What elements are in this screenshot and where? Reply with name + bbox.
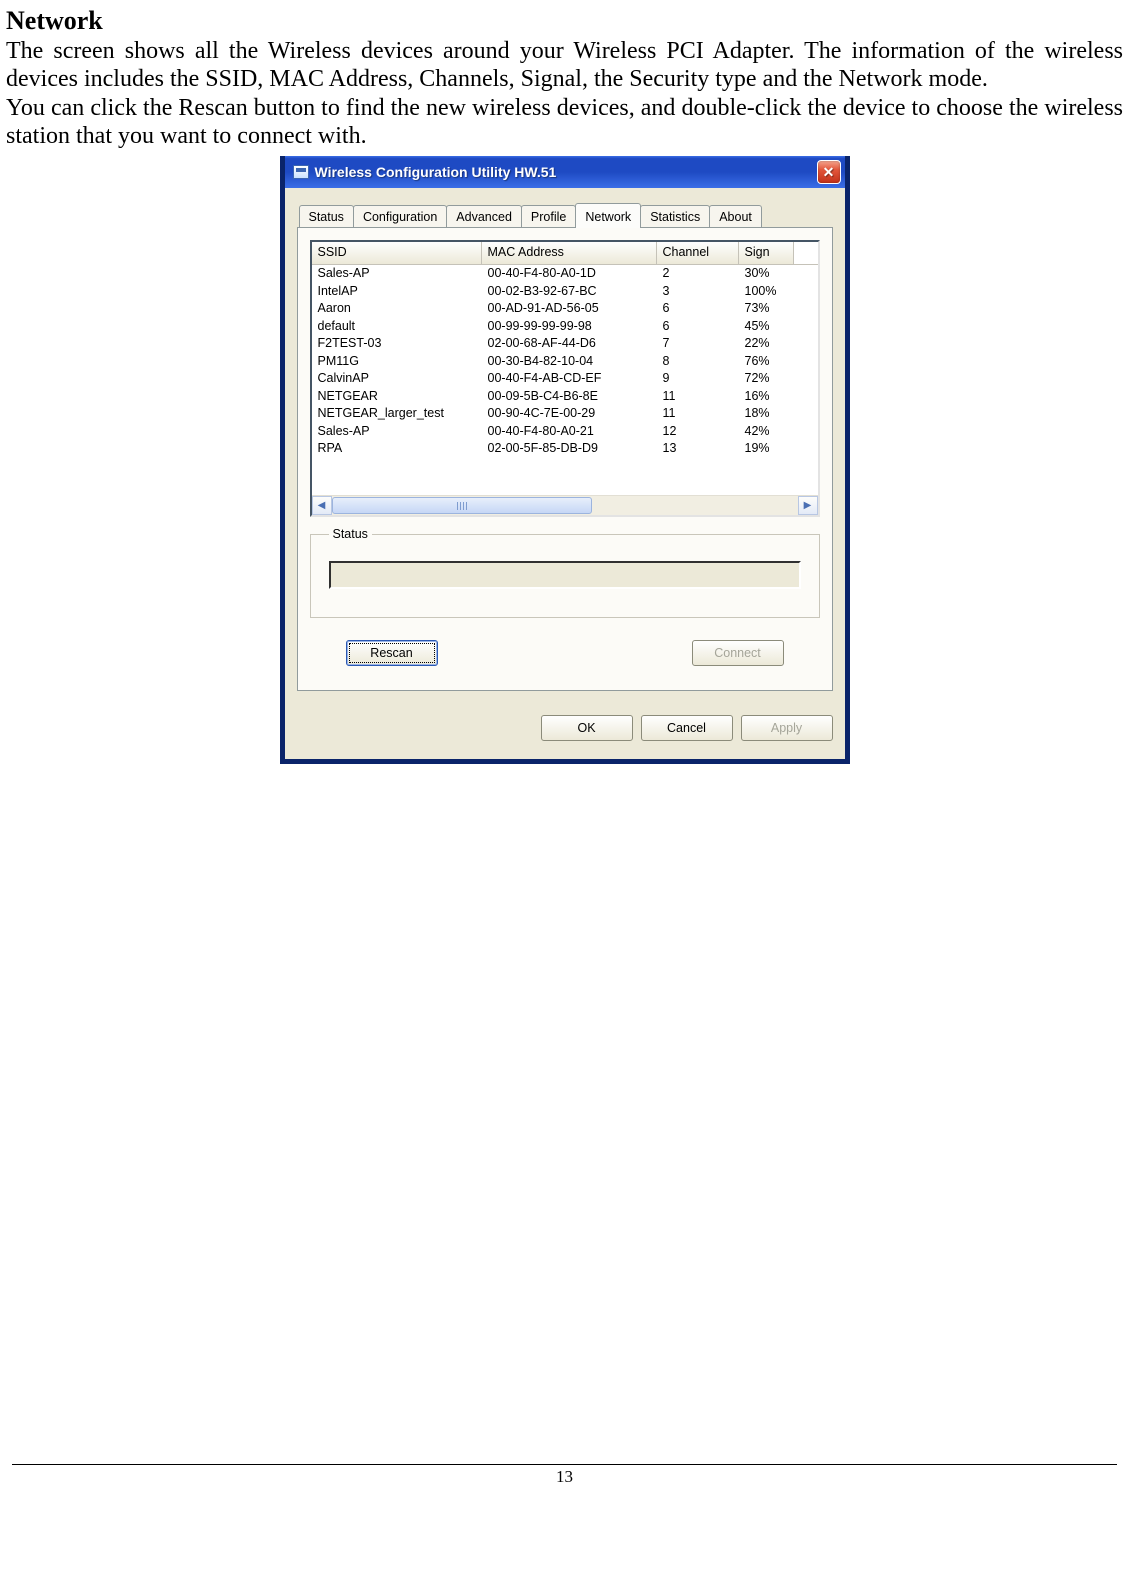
- cell-signal: 16%: [739, 388, 794, 406]
- cell-channel: 13: [657, 440, 739, 458]
- tab-network[interactable]: Network: [575, 203, 641, 228]
- tabpanel-network: SSID MAC Address Channel Sign Sales-AP00…: [297, 228, 833, 691]
- rescan-button[interactable]: Rescan: [346, 640, 438, 666]
- cell-channel: 9: [657, 370, 739, 388]
- close-icon[interactable]: ✕: [817, 160, 841, 184]
- cell-mac: 00-09-5B-C4-B6-8E: [482, 388, 657, 406]
- tab-profile[interactable]: Profile: [521, 205, 576, 227]
- table-row[interactable]: NETGEAR00-09-5B-C4-B6-8E1116%: [312, 388, 818, 406]
- cell-ssid: Sales-AP: [312, 423, 482, 441]
- ok-button[interactable]: OK: [541, 715, 633, 741]
- cell-channel: 6: [657, 300, 739, 318]
- table-row[interactable]: NETGEAR_larger_test00-90-4C-7E-00-291118…: [312, 405, 818, 423]
- tab-configuration[interactable]: Configuration: [353, 205, 447, 227]
- dialog-footer: OK Cancel Apply: [285, 701, 845, 759]
- apply-button[interactable]: Apply: [741, 715, 833, 741]
- status-groupbox: Status: [310, 527, 820, 618]
- cell-mac: 02-00-68-AF-44-D6: [482, 335, 657, 353]
- listview-header[interactable]: SSID MAC Address Channel Sign: [312, 242, 818, 265]
- cancel-button[interactable]: Cancel: [641, 715, 733, 741]
- cell-mac: 00-30-B4-82-10-04: [482, 353, 657, 371]
- cell-ssid: NETGEAR: [312, 388, 482, 406]
- tab-advanced[interactable]: Advanced: [446, 205, 522, 227]
- cell-ssid: RPA: [312, 440, 482, 458]
- cell-ssid: F2TEST-03: [312, 335, 482, 353]
- table-row[interactable]: Sales-AP00-40-F4-80-A0-211242%: [312, 423, 818, 441]
- scroll-right-icon[interactable]: ▶: [798, 496, 818, 515]
- tab-statistics[interactable]: Statistics: [640, 205, 710, 227]
- intro-paragraph-2: You can click the Rescan button to find …: [6, 95, 1123, 150]
- cell-signal: 19%: [739, 440, 794, 458]
- cell-ssid: default: [312, 318, 482, 336]
- cell-signal: 22%: [739, 335, 794, 353]
- cell-ssid: CalvinAP: [312, 370, 482, 388]
- table-row[interactable]: PM11G00-30-B4-82-10-04876%: [312, 353, 818, 371]
- table-row[interactable]: IntelAP00-02-B3-92-67-BC3100%: [312, 283, 818, 301]
- status-textbox: [329, 561, 801, 589]
- section-heading: Network: [6, 6, 1123, 36]
- scroll-left-icon[interactable]: ◀: [312, 496, 332, 515]
- client-area: StatusConfigurationAdvancedProfileNetwor…: [285, 188, 845, 701]
- cell-channel: 6: [657, 318, 739, 336]
- cell-signal: 42%: [739, 423, 794, 441]
- cell-ssid: Aaron: [312, 300, 482, 318]
- cell-ssid: PM11G: [312, 353, 482, 371]
- listview-body[interactable]: Sales-AP00-40-F4-80-A0-1D230%IntelAP00-0…: [312, 265, 818, 495]
- table-row[interactable]: CalvinAP00-40-F4-AB-CD-EF972%: [312, 370, 818, 388]
- cell-mac: 00-99-99-99-99-98: [482, 318, 657, 336]
- action-row: Rescan Connect: [310, 618, 820, 676]
- cell-ssid: IntelAP: [312, 283, 482, 301]
- cell-signal: 73%: [739, 300, 794, 318]
- cell-mac: 00-40-F4-80-A0-21: [482, 423, 657, 441]
- app-icon: [293, 165, 309, 179]
- connect-button[interactable]: Connect: [692, 640, 784, 666]
- horizontal-scrollbar[interactable]: ◀ ▶: [312, 495, 818, 515]
- tab-about[interactable]: About: [709, 205, 762, 227]
- cell-signal: 45%: [739, 318, 794, 336]
- column-header-signal[interactable]: Sign: [739, 242, 794, 264]
- status-legend: Status: [329, 527, 372, 541]
- cell-channel: 8: [657, 353, 739, 371]
- cell-channel: 2: [657, 265, 739, 283]
- table-row[interactable]: Aaron00-AD-91-AD-56-05673%: [312, 300, 818, 318]
- scroll-thumb[interactable]: [332, 497, 593, 514]
- cell-mac: 00-90-4C-7E-00-29: [482, 405, 657, 423]
- table-row[interactable]: default00-99-99-99-99-98645%: [312, 318, 818, 336]
- wireless-config-dialog: Wireless Configuration Utility HW.51 ✕ S…: [280, 156, 850, 764]
- intro-paragraph-1: The screen shows all the Wireless device…: [6, 38, 1123, 93]
- column-header-mac[interactable]: MAC Address: [482, 242, 657, 264]
- cell-channel: 3: [657, 283, 739, 301]
- cell-ssid: NETGEAR_larger_test: [312, 405, 482, 423]
- column-header-channel[interactable]: Channel: [657, 242, 739, 264]
- cell-mac: 00-AD-91-AD-56-05: [482, 300, 657, 318]
- cell-mac: 00-02-B3-92-67-BC: [482, 283, 657, 301]
- page-number: 13: [12, 1464, 1117, 1487]
- table-row[interactable]: Sales-AP00-40-F4-80-A0-1D230%: [312, 265, 818, 283]
- scroll-track[interactable]: [332, 496, 798, 515]
- cell-signal: 76%: [739, 353, 794, 371]
- cell-signal: 100%: [739, 283, 794, 301]
- network-listview[interactable]: SSID MAC Address Channel Sign Sales-AP00…: [310, 240, 820, 517]
- cell-signal: 72%: [739, 370, 794, 388]
- cell-channel: 11: [657, 388, 739, 406]
- table-row[interactable]: RPA02-00-5F-85-DB-D91319%: [312, 440, 818, 458]
- cell-mac: 00-40-F4-80-A0-1D: [482, 265, 657, 283]
- column-header-ssid[interactable]: SSID: [312, 242, 482, 264]
- titlebar[interactable]: Wireless Configuration Utility HW.51 ✕: [285, 156, 845, 188]
- cell-channel: 12: [657, 423, 739, 441]
- tab-status[interactable]: Status: [299, 205, 354, 227]
- window-title: Wireless Configuration Utility HW.51: [315, 164, 817, 180]
- table-row[interactable]: F2TEST-0302-00-68-AF-44-D6722%: [312, 335, 818, 353]
- cell-signal: 18%: [739, 405, 794, 423]
- cell-mac: 02-00-5F-85-DB-D9: [482, 440, 657, 458]
- cell-ssid: Sales-AP: [312, 265, 482, 283]
- cell-channel: 11: [657, 405, 739, 423]
- cell-channel: 7: [657, 335, 739, 353]
- tabstrip: StatusConfigurationAdvancedProfileNetwor…: [297, 202, 833, 228]
- cell-mac: 00-40-F4-AB-CD-EF: [482, 370, 657, 388]
- cell-signal: 30%: [739, 265, 794, 283]
